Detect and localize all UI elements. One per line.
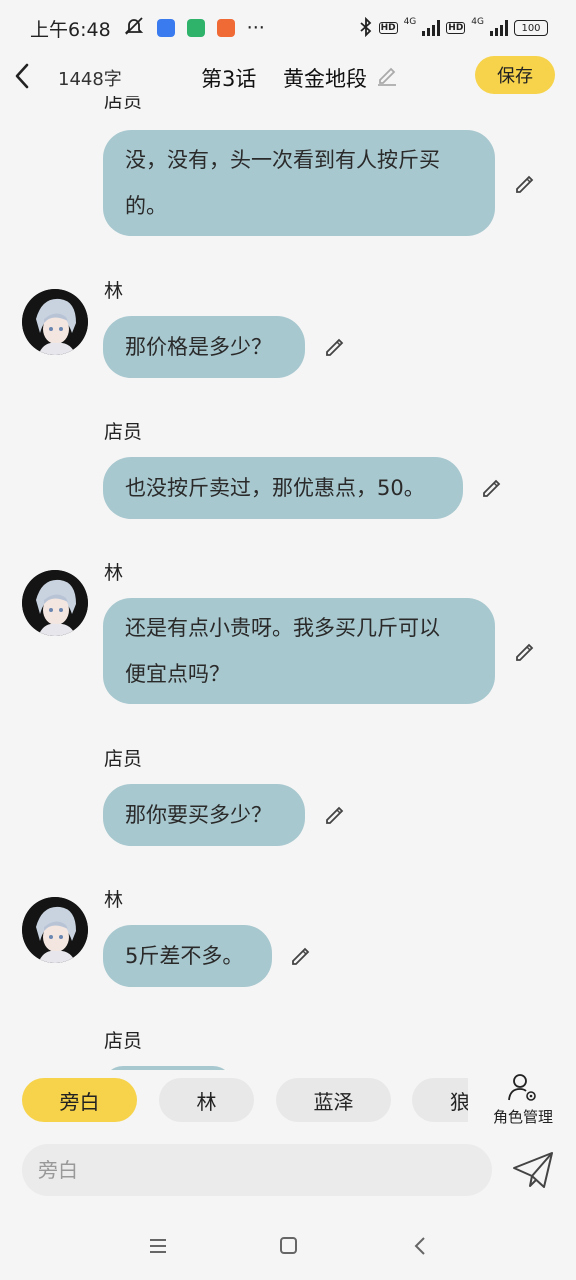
avatar[interactable] xyxy=(22,289,88,355)
pencil-icon[interactable] xyxy=(480,476,504,500)
editor-header: 1448字 第3话 黄金地段 保存 xyxy=(0,56,576,96)
message-line: 还是有点小贵呀。我多买几斤可以 xyxy=(125,616,440,640)
speaker-name: 林 xyxy=(104,889,124,911)
message-line: 的。 xyxy=(125,194,167,218)
pencil-icon[interactable] xyxy=(323,803,347,827)
message-bubble[interactable]: 也没按斤卖过，那优惠点，50。 xyxy=(103,457,463,519)
chevron-back-icon[interactable] xyxy=(404,1232,436,1260)
status-bar: 上午6:48 ··· HD 4G HD 4G 100 xyxy=(0,0,576,56)
message-line: 便宜点吗？ xyxy=(125,662,230,686)
role-chip-lanze[interactable]: 蓝泽 xyxy=(276,1078,391,1122)
edit-title-pencil-icon[interactable] xyxy=(376,64,398,86)
message-line: 那你要买多少？ xyxy=(125,803,272,827)
chapter-title[interactable]: 黄金地段 xyxy=(283,63,367,93)
dialogue-input[interactable] xyxy=(22,1144,492,1196)
message-bubble[interactable]: 5斤差不多。 xyxy=(103,925,272,987)
role-chip-lin[interactable]: 林 xyxy=(159,1078,254,1122)
speaker-name: 店员 xyxy=(104,421,143,443)
message-bubble[interactable]: 还是有点小贵呀。我多买几斤可以 便宜点吗？ xyxy=(103,598,495,704)
role-management-label: 角色管理 xyxy=(492,1108,553,1126)
chapter-number: 第3话 xyxy=(201,67,257,91)
message-bubble[interactable]: 那你要买多少？ xyxy=(103,784,305,846)
battery-level: 100 xyxy=(521,22,541,34)
bluetooth-icon xyxy=(359,16,373,40)
message-line: 那价格是多少？ xyxy=(125,335,272,359)
battery-icon: 100 xyxy=(514,20,548,36)
video-app-icon xyxy=(216,19,235,37)
message-bubble[interactable]: 那价格是多少？ xyxy=(103,316,305,378)
pencil-icon[interactable] xyxy=(513,172,537,196)
hd-badge: HD xyxy=(378,22,398,34)
avatar[interactable] xyxy=(22,897,88,963)
speaker-name: 店员 xyxy=(104,1030,143,1052)
speaker-name: 林 xyxy=(104,280,124,302)
square-home-icon[interactable] xyxy=(272,1232,304,1260)
hd-badge-2: HD xyxy=(446,22,466,34)
app-notification-icon xyxy=(156,19,175,37)
more-notifications-icon: ··· xyxy=(246,17,265,39)
message-line: 没，没有，头一次看到有人按斤买 xyxy=(125,148,440,172)
status-time: 上午6:48 xyxy=(30,18,111,41)
chevron-left-icon[interactable] xyxy=(12,60,34,92)
role-chip-list[interactable]: 旁白 林 蓝泽 狼 xyxy=(0,1070,468,1132)
message-line: 也没按斤卖过，那优惠点，50。 xyxy=(125,476,425,500)
speaker-name: 店员 xyxy=(104,748,143,770)
pencil-icon[interactable] xyxy=(323,335,347,359)
signal-icon-2 xyxy=(490,20,508,36)
chat-scroll-area[interactable]: 店员 没，没有，头一次看到有人按斤买 的。 林 那价格是多少？ 店员 也没按斤卖… xyxy=(0,96,576,1070)
network-type-2: 4G xyxy=(471,16,484,27)
pencil-icon[interactable] xyxy=(513,640,537,664)
message-bubble[interactable]: 没，没有，头一次看到有人按斤买 的。 xyxy=(103,130,495,236)
word-count: 1448字 xyxy=(58,69,122,90)
speaker-name: 店员 xyxy=(104,96,143,112)
save-button[interactable]: 保存 xyxy=(475,56,555,94)
speaker-name: 林 xyxy=(104,562,124,584)
mute-bell-icon xyxy=(123,15,145,42)
pencil-icon[interactable] xyxy=(289,944,313,968)
avatar[interactable] xyxy=(22,570,88,636)
user-gear-icon xyxy=(508,1074,536,1101)
signal-icon xyxy=(422,20,441,36)
system-navigation-bar xyxy=(0,1216,576,1280)
role-selector-bar: 旁白 林 蓝泽 狼 角色管理 xyxy=(0,1070,576,1132)
network-type: 4G xyxy=(403,16,417,27)
menu-icon[interactable] xyxy=(142,1232,174,1260)
role-chip-narration[interactable]: 旁白 xyxy=(22,1078,137,1122)
role-chip-lang[interactable]: 狼 xyxy=(412,1078,468,1122)
shield-app-icon xyxy=(186,19,205,37)
message-line: 5斤差不多。 xyxy=(125,944,244,968)
role-management-button[interactable]: 角色管理 xyxy=(488,1072,558,1130)
paper-plane-icon[interactable] xyxy=(510,1148,556,1192)
